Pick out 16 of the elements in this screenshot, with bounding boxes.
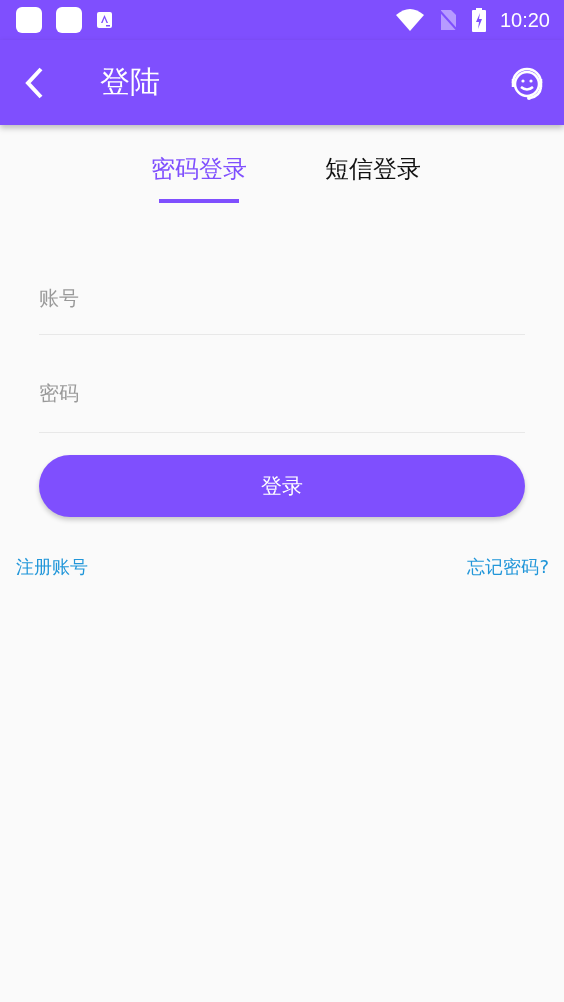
battery-icon [471,8,486,32]
clock: 10:20 [499,8,550,32]
notification-icon [56,7,82,33]
wifi-icon [395,9,424,31]
back-icon [24,66,44,99]
tab[interactable]: 短信登录 [325,153,421,207]
register-link[interactable]: 注册账号 [16,555,88,579]
tab[interactable]: 密码登录 [151,153,247,207]
forgot-password-link[interactable]: 忘记密码? [467,555,549,579]
password-field[interactable]: 密码 [39,335,525,433]
page-title: 登陆 [100,63,161,101]
account-field[interactable]: 账号 [39,243,525,335]
back-button[interactable] [24,66,44,99]
keyboard-icon [96,11,113,29]
notification-icon [16,7,42,33]
login-button[interactable]: 登录 [39,455,525,517]
